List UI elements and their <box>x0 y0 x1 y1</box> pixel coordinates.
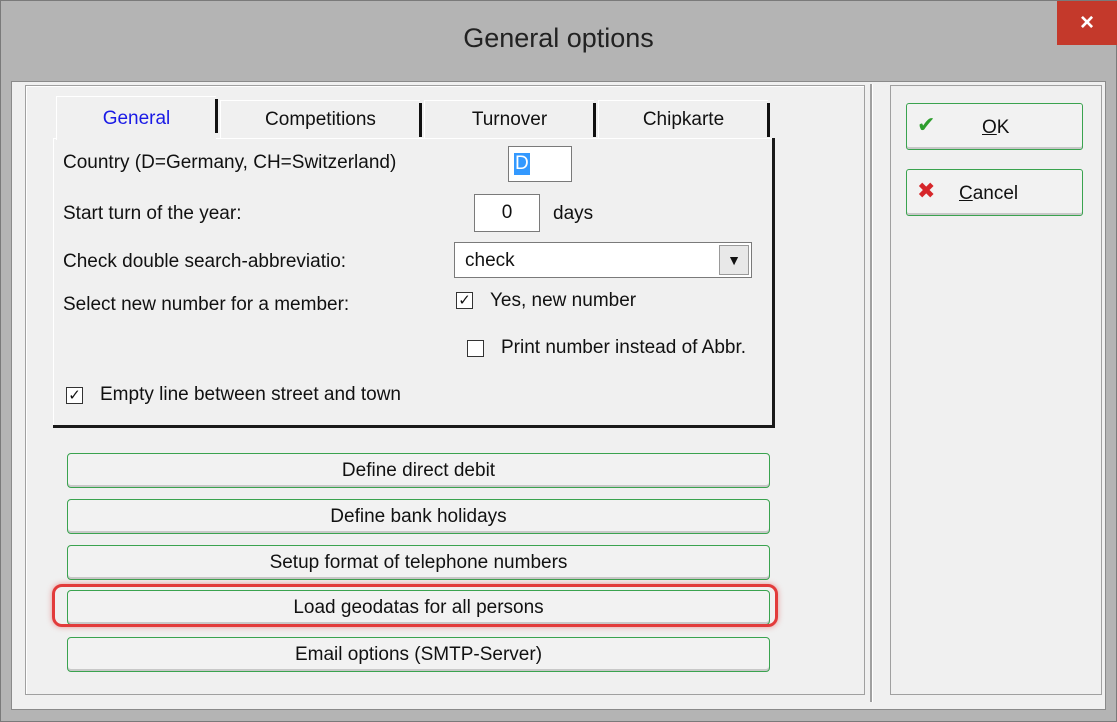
check-double-select-value: check <box>465 250 515 271</box>
panel-divider <box>870 84 872 702</box>
define-direct-debit-button[interactable]: Define direct debit <box>67 453 770 488</box>
email-options-button[interactable]: Email options (SMTP-Server) <box>67 637 770 672</box>
ok-label: OK <box>982 117 1010 138</box>
empty-line-label: Empty line between street and town <box>100 384 402 405</box>
print-number-label: Print number instead of Abbr. <box>501 337 747 358</box>
start-turn-field-value: 0 <box>501 202 513 223</box>
country-field-value: D <box>514 153 530 175</box>
define-direct-debit-label: Define direct debit <box>341 459 496 481</box>
tab-general[interactable]: General <box>56 96 218 140</box>
tab-chipkarte[interactable]: Chipkarte <box>598 100 770 138</box>
start-turn-unit: days <box>553 203 594 224</box>
empty-line-checkbox[interactable]: ✓ <box>66 387 83 404</box>
chevron-down-icon[interactable]: ▼ <box>719 245 749 275</box>
highlight-outline <box>52 584 778 627</box>
check-double-label: Check double search-abbreviatio: <box>63 251 347 272</box>
new-number-label: Select new number for a member: <box>63 294 350 315</box>
define-bank-holidays-label: Define bank holidays <box>330 505 507 527</box>
tab-turnover[interactable]: Turnover <box>424 100 596 138</box>
cancel-button[interactable]: ✖ Cancel <box>906 169 1083 216</box>
country-label: Country (D=Germany, CH=Switzerland) <box>63 152 397 173</box>
red-x-icon: ✖ <box>917 178 936 203</box>
close-button[interactable]: × <box>1057 1 1117 45</box>
define-bank-holidays-button[interactable]: Define bank holidays <box>67 499 770 534</box>
print-number-checkbox[interactable] <box>467 340 484 357</box>
title-bar: General options × <box>1 1 1117 83</box>
window-title: General options <box>463 23 654 53</box>
yes-new-number-checkbox[interactable]: ✓ <box>456 292 473 309</box>
setup-telephone-format-label: Setup format of telephone numbers <box>269 551 568 573</box>
tab-general-label: General <box>102 107 171 129</box>
start-turn-label: Start turn of the year: <box>63 203 242 224</box>
yes-new-number-label: Yes, new number <box>490 290 637 311</box>
checkmark-icon: ✔ <box>917 112 936 137</box>
tab-chipkarte-label: Chipkarte <box>642 108 725 130</box>
start-turn-field[interactable]: 0 <box>474 194 540 232</box>
tab-competitions-label: Competitions <box>265 108 376 130</box>
country-field[interactable]: D <box>508 146 572 182</box>
cancel-label: Cancel <box>959 183 1019 204</box>
check-double-select[interactable]: check ▼ <box>454 242 752 278</box>
tab-page-edge-bottom <box>53 425 775 428</box>
setup-telephone-format-button[interactable]: Setup format of telephone numbers <box>67 545 770 580</box>
tab-competitions[interactable]: Competitions <box>220 100 422 138</box>
email-options-label: Email options (SMTP-Server) <box>294 643 543 665</box>
ok-button[interactable]: ✔ OK <box>906 103 1083 150</box>
tab-turnover-label: Turnover <box>471 108 548 130</box>
close-icon: × <box>1079 9 1094 36</box>
tab-page-edge-right <box>772 138 775 428</box>
